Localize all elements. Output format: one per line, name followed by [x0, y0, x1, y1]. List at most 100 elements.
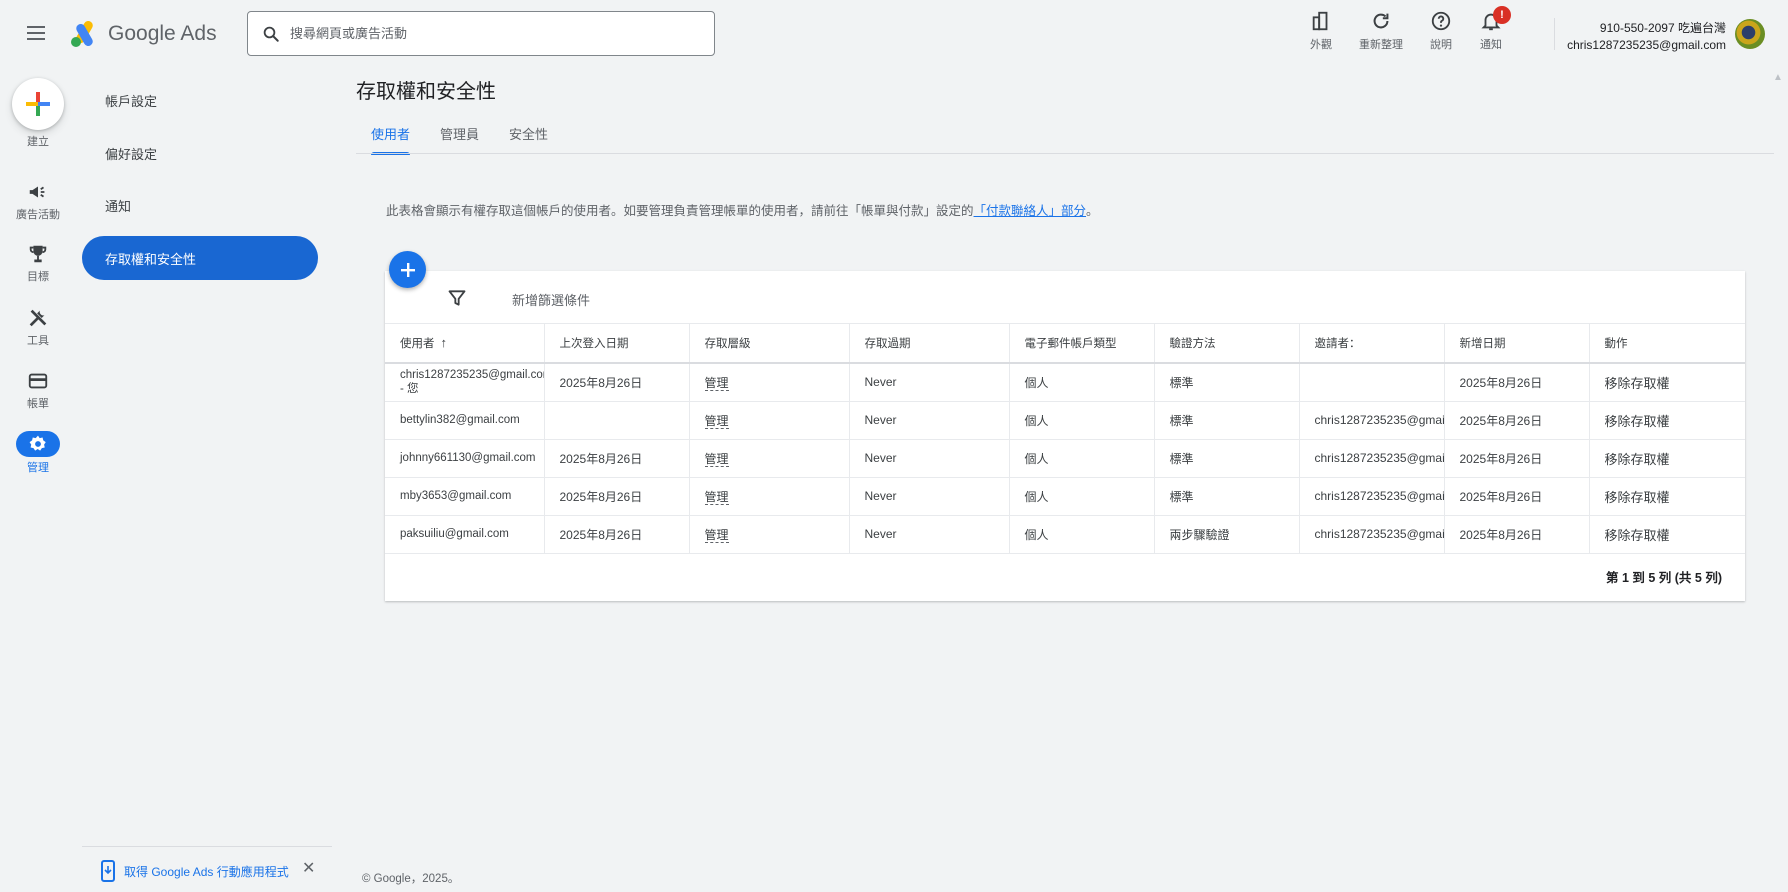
rail-item-tools[interactable]: 工具 — [0, 306, 76, 348]
appearance-button[interactable]: 外觀 — [1291, 10, 1351, 52]
avatar[interactable] — [1735, 19, 1765, 49]
add-filter-button[interactable]: 新增篩選條件 — [512, 290, 590, 309]
tools-icon — [29, 309, 47, 327]
user-cell: mby3653@gmail.com — [385, 477, 545, 516]
mobile-app-promo[interactable]: 取得 Google Ads 行動應用程式 — [100, 860, 289, 882]
description-text: 此表格會顯示有權存取這個帳戶的使用者。如要管理負責管理帳單的使用者，請前往「帳單… — [386, 204, 974, 218]
column-header-invited-by[interactable]: 邀請者： — [1299, 324, 1445, 364]
subnav-label: 偏好設定 — [105, 146, 158, 162]
search-box[interactable] — [247, 11, 715, 56]
footer-copyright: © Google，2025。 — [362, 873, 460, 885]
subnav-item-notifications[interactable]: 通知 — [82, 183, 318, 227]
column-header-verification[interactable]: 驗證方法 — [1154, 324, 1300, 364]
last-login-cell: 2025年8月26日 — [544, 363, 690, 402]
filter-icon[interactable] — [447, 288, 467, 313]
page-title: 存取權和安全性 — [356, 81, 496, 103]
tab-security[interactable]: 安全性 — [494, 118, 563, 155]
subnav-item-account-settings[interactable]: 帳戶設定 — [82, 78, 318, 122]
table-row: mby3653@gmail.com 2025年8月26日 管理 Never 個人… — [385, 477, 1745, 516]
search-icon — [263, 26, 279, 42]
remove-access-button[interactable]: 移除存取權 — [1605, 528, 1670, 543]
user-email: mby3653@gmail.com — [400, 490, 512, 502]
rail-label-admin: 管理 — [27, 462, 49, 474]
account-type-cell: 個人 — [1009, 363, 1155, 402]
help-icon — [1431, 11, 1451, 31]
add-user-button[interactable] — [389, 251, 426, 288]
account-info[interactable]: 910-550-2097 吃遍台灣 chris1287235235@gmail.… — [1567, 19, 1726, 52]
action-cell: 移除存取權 — [1589, 439, 1745, 478]
invited-by-cell: chris1287235235@gmail.com — [1299, 401, 1445, 440]
notifications-button[interactable]: ! 通知 — [1461, 6, 1521, 52]
access-level-link[interactable]: 管理 — [704, 413, 729, 429]
added-date-cell: 2025年8月26日 — [1444, 477, 1590, 516]
access-expiry-cell: Never — [849, 439, 1010, 478]
hamburger-menu-icon[interactable] — [24, 22, 48, 46]
access-expiry-cell: Never — [849, 477, 1010, 516]
refresh-button[interactable]: 重新整理 — [1351, 10, 1411, 52]
table-description: 此表格會顯示有權存取這個帳戶的使用者。如要管理負責管理帳單的使用者，請前往「帳單… — [386, 200, 1099, 219]
rail-item-admin[interactable]: 管理 — [0, 431, 76, 475]
user-email: paksuiliu@gmail.com — [400, 528, 509, 540]
access-expiry-cell: Never — [849, 515, 1010, 554]
verification-cell: 標準 — [1154, 477, 1300, 516]
user-cell: johnny661130@gmail.com — [385, 439, 545, 478]
access-level-cell: 管理 — [689, 363, 850, 402]
account-type-cell: 個人 — [1009, 477, 1155, 516]
gear-icon — [29, 435, 46, 451]
subnav-item-preferences[interactable]: 偏好設定 — [82, 131, 318, 175]
rail-item-billing[interactable]: 帳單 — [0, 369, 76, 411]
access-level-link[interactable]: 管理 — [704, 489, 729, 505]
search-input[interactable] — [290, 26, 690, 41]
access-expiry-cell: Never — [849, 363, 1010, 402]
plus-icon — [400, 262, 415, 277]
column-label: 邀請者： — [1314, 338, 1361, 350]
create-button[interactable] — [12, 78, 64, 130]
scroll-up-icon[interactable]: ▲ — [1773, 72, 1783, 83]
appearance-icon — [1312, 11, 1328, 31]
rail-label-goals: 目標 — [27, 271, 49, 283]
last-login-cell — [544, 401, 690, 440]
refresh-label: 重新整理 — [1359, 39, 1403, 51]
verification-cell: 標準 — [1154, 363, 1300, 402]
access-level-link[interactable]: 管理 — [704, 451, 729, 467]
column-header-account-type[interactable]: 電子郵件帳戶類型 — [1009, 324, 1155, 364]
access-level-link[interactable]: 管理 — [704, 527, 729, 543]
added-date-cell: 2025年8月26日 — [1444, 401, 1590, 440]
tab-users[interactable]: 使用者 — [356, 118, 425, 155]
verification-cell: 標準 — [1154, 439, 1300, 478]
remove-access-button[interactable]: 移除存取權 — [1605, 376, 1670, 391]
column-header-access-level[interactable]: 存取層級 — [689, 324, 850, 364]
remove-access-button[interactable]: 移除存取權 — [1605, 414, 1670, 429]
verification-cell: 標準 — [1154, 401, 1300, 440]
column-header-last-login[interactable]: 上次登入日期 — [544, 324, 690, 364]
access-level-link[interactable]: 管理 — [704, 375, 729, 391]
pagination-info: 第 1 到 5 列 (共 5 列) — [1606, 571, 1722, 585]
subnav-item-access-security[interactable]: 存取權和安全性 — [82, 236, 318, 280]
user-email: bettylin382@gmail.com — [400, 414, 520, 426]
megaphone-icon — [29, 186, 45, 198]
column-header-actions: 動作 — [1589, 324, 1745, 364]
google-ads-logo[interactable]: Google Ads — [70, 18, 217, 50]
remove-access-button[interactable]: 移除存取權 — [1605, 490, 1670, 505]
user-email: johnny661130@gmail.com — [400, 452, 536, 464]
sort-ascending-icon[interactable]: ↑ — [441, 335, 448, 350]
column-header-added-date[interactable]: 新增日期 — [1444, 324, 1590, 364]
table-row: bettylin382@gmail.com 管理 Never 個人 標準 chr… — [385, 401, 1745, 440]
remove-access-button[interactable]: 移除存取權 — [1605, 452, 1670, 467]
column-header-access-expiry[interactable]: 存取過期 — [849, 324, 1010, 364]
column-label: 動作 — [1604, 338, 1628, 350]
tab-managers[interactable]: 管理員 — [425, 118, 494, 155]
access-level-cell: 管理 — [689, 477, 850, 516]
column-header-user[interactable]: 使用者 ↑ — [385, 324, 545, 364]
rail-item-goals[interactable]: 目標 — [0, 242, 76, 284]
google-ads-icon — [71, 21, 93, 47]
subnav-label: 帳戶設定 — [105, 93, 158, 109]
rail-label-tools: 工具 — [27, 335, 49, 347]
tab-bar: 使用者 管理員 安全性 — [356, 118, 563, 155]
payments-contact-link[interactable]: 「付款聯絡人」部分 — [974, 204, 1087, 218]
verification-cell: 兩步驟驗證 — [1154, 515, 1300, 554]
table-row: johnny661130@gmail.com 2025年8月26日 管理 Nev… — [385, 439, 1745, 478]
subnav-label: 存取權和安全性 — [105, 251, 197, 267]
close-icon[interactable]: ✕ — [302, 860, 315, 878]
rail-item-campaigns[interactable]: 廣告活動 — [0, 180, 76, 222]
